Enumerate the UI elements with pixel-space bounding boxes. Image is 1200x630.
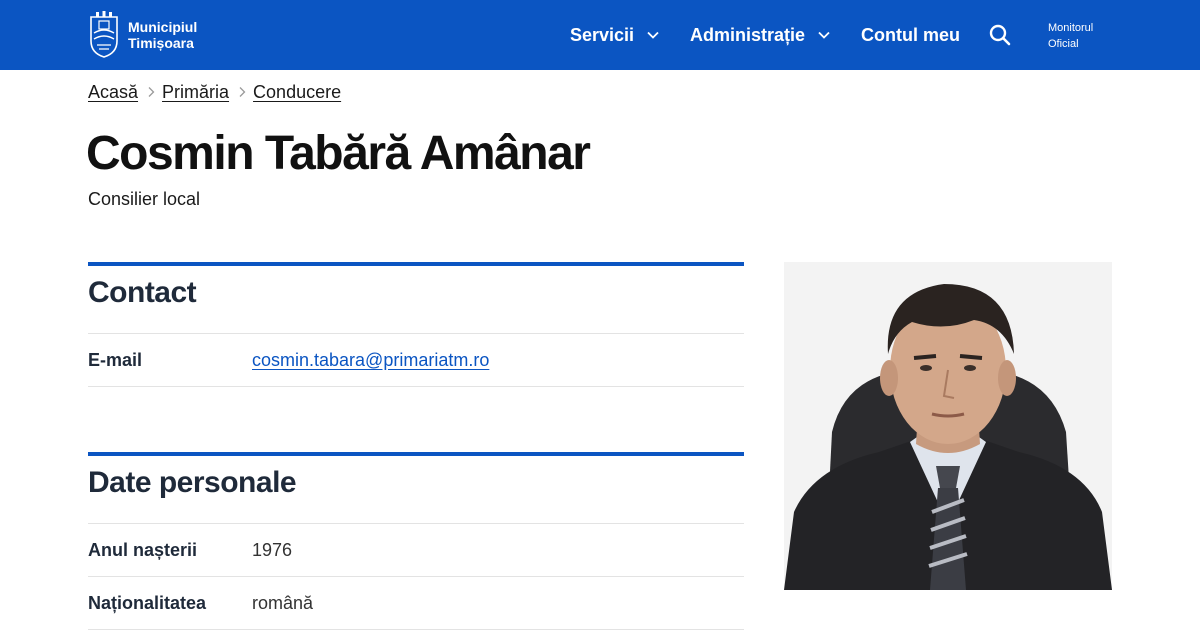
nationality-row: Naționalitatea română <box>88 577 744 630</box>
site-logo[interactable]: Municipiul Timișoara <box>88 11 197 59</box>
personal-data-section: Date personale Anul nașterii 1976 Națion… <box>88 452 744 630</box>
coat-of-arms-icon <box>90 11 118 58</box>
page-subtitle: Consilier local <box>88 189 201 209</box>
nav-item-administratie[interactable]: Administrație <box>690 0 831 70</box>
nationality-value: română <box>252 592 314 613</box>
chevron-down-icon <box>647 31 659 39</box>
contact-heading: Contact <box>88 266 744 334</box>
chevron-right-icon <box>148 87 155 97</box>
nav-item-contul-meu[interactable]: Contul meu <box>861 0 960 70</box>
logo-text: Municipiul Timișoara <box>128 19 197 51</box>
page-title: Cosmin Tabără Amânar <box>86 127 591 180</box>
email-label: E-mail <box>88 349 143 370</box>
monitorul-oficial-link[interactable]: Monitorul Oficial <box>1048 20 1093 52</box>
contact-section: Contact E-mail cosmin.tabara@primariatm.… <box>88 262 744 387</box>
breadcrumb-home[interactable]: Acasă <box>88 82 138 103</box>
nationality-label: Naționalitatea <box>88 592 207 613</box>
portrait-image <box>784 262 1112 590</box>
chevron-right-icon <box>239 87 246 97</box>
personal-data-heading: Date personale <box>88 456 744 524</box>
profile-photo <box>784 262 1112 590</box>
top-navigation-bar: Municipiul Timișoara Servicii Administra… <box>0 0 1200 70</box>
nav-item-servicii[interactable]: Servicii <box>570 0 660 70</box>
monitor-line-2: Oficial <box>1048 38 1079 50</box>
birth-year-value: 1976 <box>252 539 293 560</box>
email-row: E-mail cosmin.tabara@primariatm.ro <box>88 334 744 387</box>
nav-label: Administrație <box>690 24 806 45</box>
search-icon[interactable] <box>988 23 1012 47</box>
email-link[interactable]: cosmin.tabara@primariatm.ro <box>252 350 489 371</box>
breadcrumb-primaria[interactable]: Primăria <box>162 82 229 103</box>
breadcrumb-conducere[interactable]: Conducere <box>253 82 341 103</box>
chevron-down-icon <box>818 31 830 39</box>
nav-label: Servicii <box>570 24 635 45</box>
nav-label: Contul meu <box>861 24 960 45</box>
monitor-line-1: Monitorul <box>1048 22 1094 34</box>
breadcrumb: Acasă Primăria Conducere <box>88 80 341 104</box>
birth-year-label: Anul nașterii <box>88 539 198 560</box>
birth-year-row: Anul nașterii 1976 <box>88 524 744 577</box>
logo-line-2: Timișoara <box>128 35 194 51</box>
logo-line-1: Municipiul <box>128 19 198 35</box>
